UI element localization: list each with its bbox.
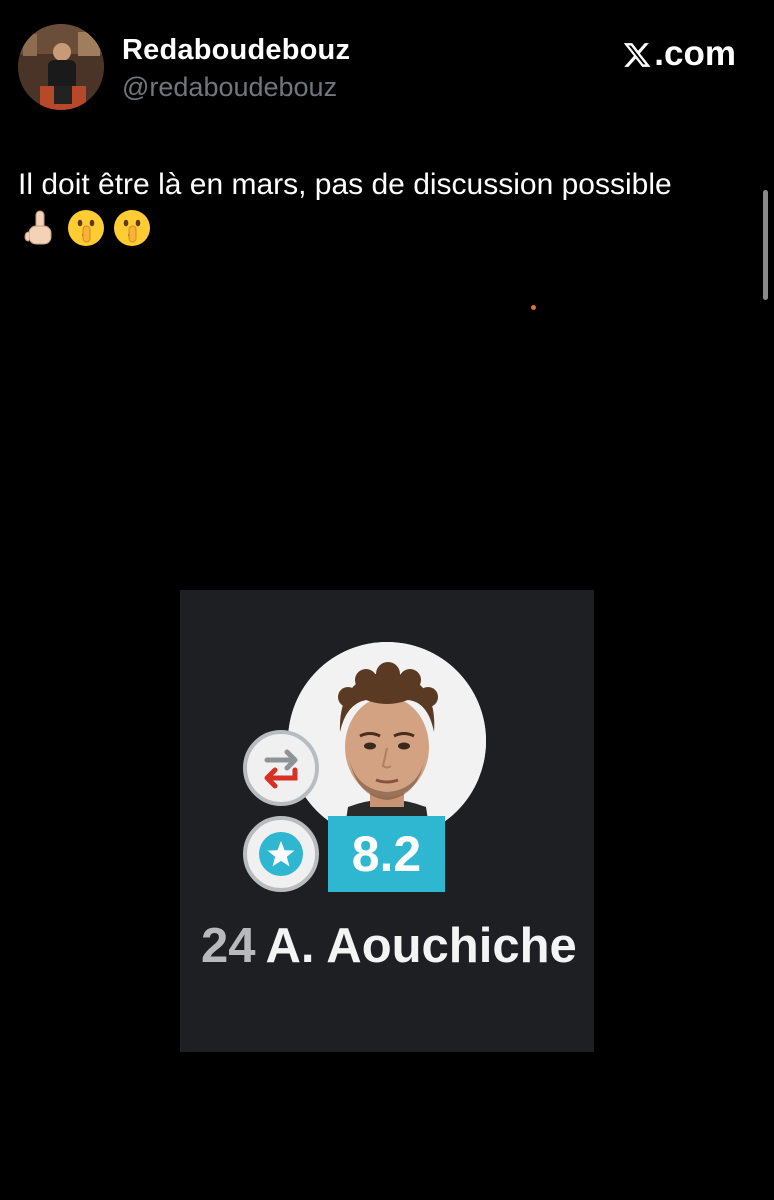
author-name[interactable]: Redaboudebouz	[122, 34, 350, 67]
site-badge: .com	[622, 34, 736, 74]
shushing-face-icon	[114, 210, 150, 246]
shirt-number: 24	[201, 919, 256, 973]
site-label: .com	[654, 34, 736, 73]
player-rating: 8.2	[328, 816, 445, 892]
substitution-icon	[264, 749, 298, 789]
x-logo-icon	[624, 43, 651, 67]
emoji-row	[20, 208, 152, 248]
player-name: A. Aouchiche	[265, 919, 577, 973]
player-photo	[288, 642, 486, 840]
author-avatar[interactable]	[18, 24, 104, 110]
man-of-the-match-badge	[243, 816, 319, 892]
author-handle[interactable]: @redaboudebouz	[122, 72, 337, 103]
substitution-badge	[243, 730, 319, 806]
tweet-media-image[interactable]: 8.2 24 A. Aouchiche	[180, 590, 594, 1052]
tweet-text: Il doit être là en mars, pas de discussi…	[18, 168, 672, 201]
scrollbar[interactable]	[763, 190, 768, 300]
star-icon	[259, 832, 303, 876]
tweet-header: Redaboudebouz @redaboudebouz .com	[18, 24, 758, 114]
shushing-face-icon	[68, 210, 104, 246]
pointing-up-icon	[24, 210, 52, 245]
player-label: 24 A. Aouchiche	[201, 918, 577, 974]
decorative-dot	[531, 305, 536, 310]
